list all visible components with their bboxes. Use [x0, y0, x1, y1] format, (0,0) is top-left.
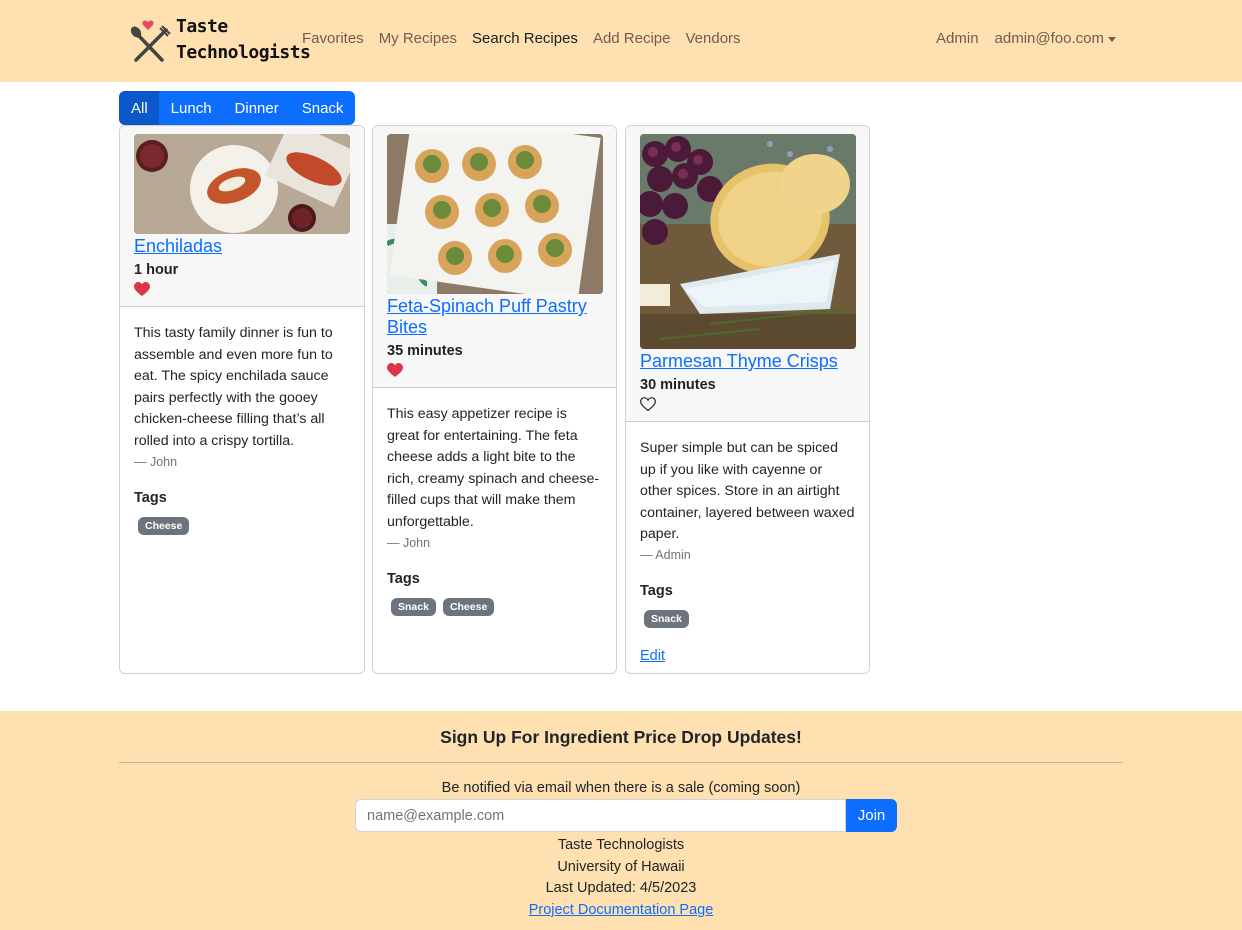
card-body: Super simple but can be spiced up if you… [626, 422, 869, 673]
nav-search-recipes[interactable]: Search Recipes [472, 30, 578, 48]
footer-docs: Project Documentation Page [0, 901, 1242, 919]
recipe-author: — John [134, 454, 178, 469]
tag-list: Cheese [134, 516, 350, 535]
recipe-card: Feta-Spinach Puff Pastry Bites 35 minute… [372, 125, 617, 674]
join-button[interactable]: Join [846, 799, 897, 832]
footer-org: Taste Technologists [557, 837, 685, 853]
nav-vendors[interactable]: Vendors [686, 30, 741, 48]
recipe-description: This easy appetizer recipe is great for … [387, 406, 600, 530]
footer-divider [119, 762, 1123, 763]
recipe-card: Enchiladas 1 hour This tasty family dinn… [119, 125, 365, 674]
tag-list: Snack [640, 609, 855, 628]
signup-note: Be notified via email when there is a sa… [441, 780, 801, 796]
navbar: Taste Technologists Favorites My Recipes… [0, 0, 1242, 82]
heart-filled-icon[interactable] [134, 282, 150, 297]
tag-badge: Snack [391, 597, 436, 616]
tags-label: Tags [640, 582, 673, 599]
recipe-author: — Admin [640, 547, 691, 562]
recipe-description: This tasty family dinner is fun to assem… [134, 325, 333, 449]
filter-lunch-button[interactable]: Lunch [158, 91, 224, 125]
project-docs-link[interactable]: Project Documentation Page [529, 902, 714, 918]
recipe-image [134, 134, 350, 234]
filter-dinner-button[interactable]: Dinner [222, 91, 291, 125]
brand-logo[interactable]: Taste Technologists [126, 14, 311, 70]
recipe-card: Parmesan Thyme Crisps 30 minutes Super s… [625, 125, 870, 674]
nav-admin[interactable]: Admin [936, 30, 979, 48]
tag-badge: Snack [644, 609, 689, 628]
recipe-author: — John [387, 535, 431, 550]
filter-snack-button[interactable]: Snack [289, 91, 356, 125]
heart-outline-icon[interactable] [640, 397, 656, 412]
tags-label: Tags [134, 489, 167, 506]
footer-university: University of Hawaii [557, 859, 685, 875]
tag-badge: Cheese [138, 516, 190, 535]
brand-line-1: Taste [176, 16, 228, 37]
tag-list: Snack Cheese [387, 597, 602, 616]
recipe-image [387, 134, 603, 294]
recipe-time: 1 hour [134, 262, 179, 278]
brand-line-2: Technologists [176, 42, 311, 63]
user-dropdown[interactable]: admin@foo.com [995, 30, 1116, 48]
card-header: Feta-Spinach Puff Pastry Bites 35 minute… [373, 126, 616, 388]
card-header: Enchiladas 1 hour [120, 126, 364, 307]
card-body: This easy appetizer recipe is great for … [373, 388, 616, 632]
tags-label: Tags [387, 570, 420, 587]
category-filter-group: All Lunch Dinner Snack [119, 91, 356, 125]
nav-right: Admin admin@foo.com [920, 30, 1116, 48]
recipe-time: 35 minutes [387, 343, 463, 359]
card-header: Parmesan Thyme Crisps 30 minutes [626, 126, 869, 422]
edit-recipe-link[interactable]: Edit [640, 648, 665, 664]
chevron-down-icon [1108, 36, 1116, 42]
email-field[interactable] [355, 799, 846, 832]
nav-favorites[interactable]: Favorites [302, 30, 364, 48]
nav-links: Favorites My Recipes Search Recipes Add … [302, 30, 756, 48]
nav-add-recipe[interactable]: Add Recipe [593, 30, 671, 48]
heart-filled-icon[interactable] [387, 363, 403, 378]
card-body: This tasty family dinner is fun to assem… [120, 307, 364, 551]
footer: Sign Up For Ingredient Price Drop Update… [0, 711, 1242, 930]
recipe-time: 30 minutes [640, 377, 716, 393]
recipe-image [640, 134, 856, 349]
recipe-description: Super simple but can be spiced up if you… [640, 440, 855, 543]
footer-last-updated: Last Updated: 4/5/2023 [545, 880, 697, 896]
recipe-title-link[interactable]: Enchiladas [134, 236, 350, 257]
brand-text: Taste Technologists [176, 14, 311, 66]
recipe-title-link[interactable]: Parmesan Thyme Crisps [640, 351, 855, 372]
utensils-heart-icon [130, 20, 171, 62]
filter-all-button[interactable]: All [119, 91, 160, 125]
signup-title: Sign Up For Ingredient Price Drop Update… [440, 727, 802, 747]
tag-badge: Cheese [442, 597, 495, 616]
user-email: admin@foo.com [994, 30, 1104, 47]
nav-my-recipes[interactable]: My Recipes [379, 30, 457, 48]
recipe-title-link[interactable]: Feta-Spinach Puff Pastry Bites [387, 296, 602, 338]
